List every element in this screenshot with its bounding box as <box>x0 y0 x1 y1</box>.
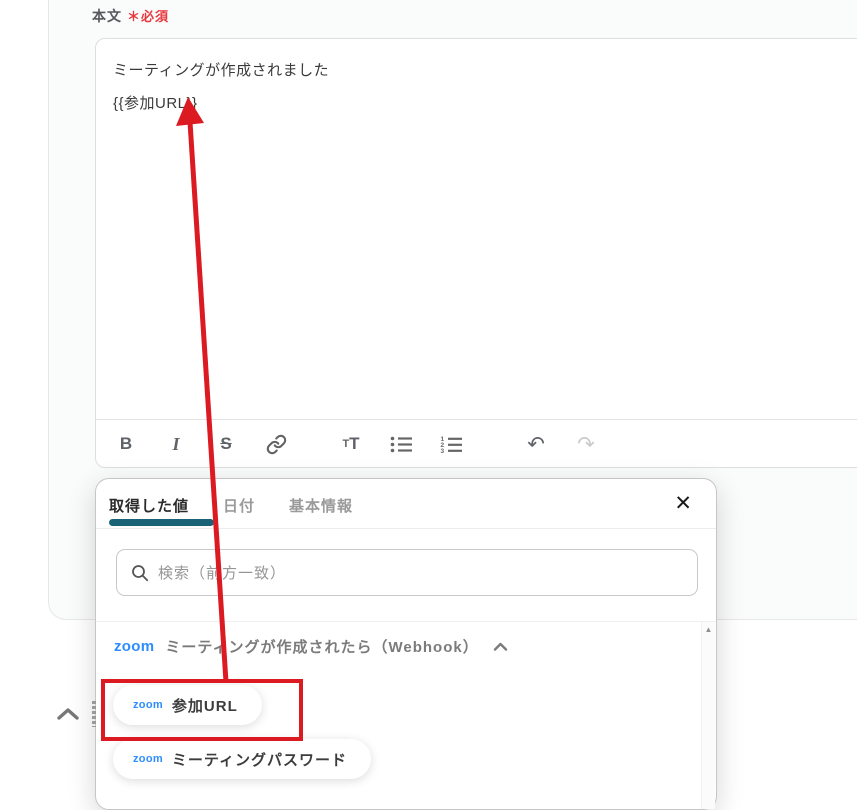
editor-toolbar: B I S TT 1 2 3 ↶ ↷ <box>96 420 857 468</box>
scroll-up-arrow-icon[interactable]: ▲ <box>705 626 713 809</box>
chevron-up-icon <box>57 708 79 720</box>
variable-picker-popup: 取得した値 日付 基本情報 ✕ 検索（前方一致） zoom ミーティングが作成さ… <box>92 478 717 810</box>
undo-button[interactable]: ↶ <box>521 432 551 457</box>
popup-drag-handle[interactable] <box>92 701 96 727</box>
body-field-label-text: 本文 <box>92 8 122 24</box>
tab-date[interactable]: 日付 <box>223 495 255 516</box>
bullet-list-icon <box>390 436 412 453</box>
variable-chip-label: ミーティングパスワード <box>171 751 348 769</box>
collapse-field-button[interactable] <box>56 707 80 721</box>
editor-line-2[interactable]: {{参加URL}} <box>113 87 857 120</box>
search-placeholder: 検索（前方一致） <box>158 565 287 582</box>
popup-tab-row: 取得した値 日付 基本情報 <box>96 479 716 516</box>
numbered-list-icon: 1 2 3 <box>441 435 462 454</box>
strikethrough-button[interactable]: S <box>211 434 241 454</box>
close-button[interactable]: ✕ <box>668 489 698 518</box>
text-size-button[interactable]: TT <box>336 434 366 454</box>
body-field-label: 本文 ＊必須 <box>92 6 169 26</box>
zoom-app-logo: zoom <box>133 699 163 711</box>
trigger-section-header: zoom ミーティングが作成されたら（Webhook） <box>114 636 508 657</box>
editor-content[interactable]: ミーティングが作成されました {{参加URL}} <box>96 39 857 135</box>
variable-chip-label: 参加URL <box>171 697 238 715</box>
list-top-divider <box>96 621 716 622</box>
variable-chip-meeting-password[interactable]: zoom ミーティングパスワード <box>113 739 372 779</box>
numbered-list-button[interactable]: 1 2 3 <box>436 435 466 454</box>
tab-basic-info[interactable]: 基本情報 <box>289 495 353 516</box>
tab-bottom-divider <box>96 528 716 529</box>
variable-chip-join-url[interactable]: zoom 参加URL <box>113 685 262 725</box>
collapse-section-button[interactable] <box>493 642 508 652</box>
text-size-small-t: T <box>342 438 350 450</box>
italic-button[interactable]: I <box>161 434 191 455</box>
body-editor[interactable]: ミーティングが作成されました {{参加URL}} B I S TT 1 2 3 … <box>95 38 857 468</box>
search-input[interactable]: 検索（前方一致） <box>116 549 698 596</box>
popup-scrollbar[interactable]: ▲ <box>701 622 715 809</box>
tab-obtained-values[interactable]: 取得した値 <box>109 495 189 516</box>
search-icon <box>132 564 149 581</box>
bullet-list-button[interactable] <box>386 435 416 453</box>
svg-text:3: 3 <box>441 447 445 453</box>
link-button[interactable] <box>261 434 291 455</box>
trigger-section-title: ミーティングが作成されたら（Webhook） <box>165 639 479 656</box>
required-badge: ＊必須 <box>127 9 170 24</box>
active-tab-indicator <box>109 519 214 526</box>
link-icon <box>266 434 286 454</box>
chevron-up-icon <box>493 642 507 651</box>
zoom-app-logo: zoom <box>133 753 163 765</box>
editor-line-1[interactable]: ミーティングが作成されました <box>113 54 857 87</box>
zoom-app-logo: zoom <box>114 638 155 655</box>
text-size-large-t: T <box>349 434 360 453</box>
bold-button[interactable]: B <box>111 434 141 454</box>
redo-button[interactable]: ↷ <box>571 432 601 457</box>
